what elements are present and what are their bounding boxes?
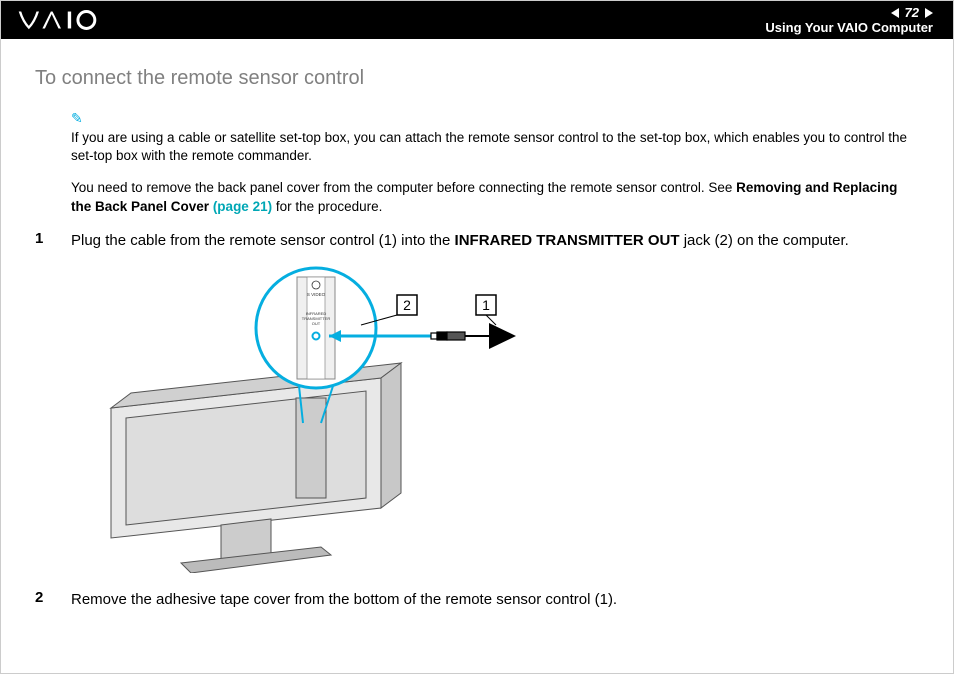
step-1-before: Plug the cable from the remote sensor co… [71,232,455,249]
note2-before: You need to remove the back panel cover … [71,180,736,195]
header-right: 72 Using Your VAIO Computer [765,5,933,35]
note-text-1: If you are using a cable or satellite se… [71,129,919,165]
svideo-label: S VIDEO [307,292,326,297]
instruction-figure: S VIDEO INFRARED TRANSMITTER OUT 2 [71,263,919,573]
note-block-2: You need to remove the back panel cover … [71,179,919,215]
next-page-arrow[interactable] [925,8,933,18]
pencil-icon: ✎ [71,110,919,127]
page-number: 72 [905,5,919,20]
step-1: 1 Plug the cable from the remote sensor … [35,230,919,251]
ir-label-3: OUT [312,321,321,326]
page-link-21[interactable]: (page 21) [213,199,272,214]
section-heading: To connect the remote sensor control [35,67,919,90]
note-block-1: ✎ If you are using a cable or satellite … [71,110,919,165]
page-header: 72 Using Your VAIO Computer [1,1,953,39]
callout-label-1: 1 [482,297,490,313]
vaio-logo [17,9,119,31]
step-1-number: 1 [35,230,71,251]
prev-page-arrow[interactable] [891,8,899,18]
step-1-after: jack (2) on the computer. [680,232,849,249]
page-content: To connect the remote sensor control ✎ I… [1,39,953,610]
step-1-bold: INFRARED TRANSMITTER OUT [455,232,680,249]
note2-after: for the procedure. [272,199,382,214]
callout-label-2: 2 [403,297,411,313]
section-title: Using Your VAIO Computer [765,20,933,35]
step-2: 2 Remove the adhesive tape cover from th… [35,589,919,610]
step-2-number: 2 [35,589,71,610]
step-2-text: Remove the adhesive tape cover from the … [71,589,617,610]
